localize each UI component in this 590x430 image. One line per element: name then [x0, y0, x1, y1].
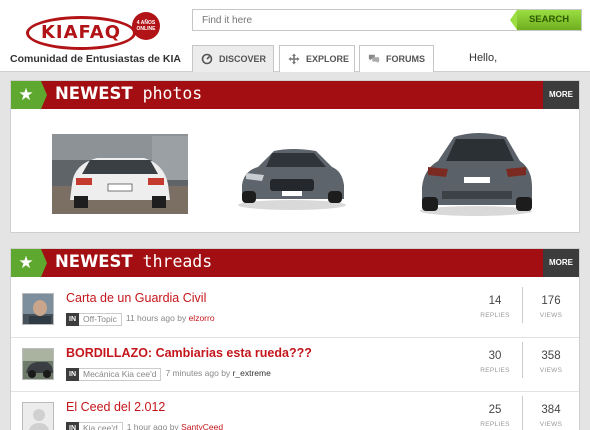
- site-logo[interactable]: KIAFAQ 4 AÑOS ONLINE: [26, 12, 168, 52]
- grey-hatchback-front-photo: [234, 141, 350, 211]
- author-link[interactable]: r_extreme: [233, 368, 271, 378]
- compass-icon: [201, 53, 213, 65]
- section-title: NEWEST threads: [55, 252, 212, 271]
- tab-forums[interactable]: FORUMS: [359, 45, 434, 72]
- search-button[interactable]: SEARCH: [510, 10, 581, 30]
- star-icon: ★: [18, 85, 34, 104]
- views-label: VIEWS: [539, 367, 563, 374]
- thread-row: El Ceed del 2.012 IN Kia cee'd 1 hour ago …: [11, 391, 579, 430]
- in-badge: IN: [66, 422, 79, 430]
- section-title-rest: photos: [132, 84, 203, 103]
- views-label: VIEWS: [539, 312, 563, 319]
- views-stat: 384 VIEWS: [528, 404, 574, 428]
- replies-stat: 14 REPLIES: [472, 295, 518, 319]
- views-stat: 358 VIEWS: [528, 350, 574, 374]
- thread-title-link[interactable]: Carta de un Guardia Civil: [66, 291, 206, 305]
- grey-hatchback-rear-photo: [414, 125, 538, 217]
- thread-meta: IN Mecánica Kia cee'd 7 minutes ago by r_e…: [66, 368, 271, 382]
- replies-count: 25: [488, 404, 502, 416]
- photo-thumbnail[interactable]: [52, 134, 188, 214]
- avatar[interactable]: [22, 348, 54, 380]
- thread-row: BORDILLAZO: Cambiarias esta rueda??? IN M…: [11, 337, 579, 391]
- views-stat: 176 VIEWS: [528, 295, 574, 319]
- logo-text: KIAFAQ: [40, 22, 122, 43]
- user-avatar-image: [23, 349, 53, 379]
- views-count: 384: [541, 404, 561, 416]
- tab-discover[interactable]: DISCOVER: [192, 45, 274, 72]
- replies-count: 30: [488, 350, 502, 362]
- user-avatar-image: [23, 294, 53, 324]
- site-tagline: Comunidad de Entusiastas de KIA: [10, 53, 181, 65]
- photo-thumbnail[interactable]: [414, 125, 538, 217]
- tab-discover-label: DISCOVER: [219, 54, 267, 64]
- section-title-rest: threads: [132, 252, 213, 271]
- default-avatar-icon: [23, 403, 53, 430]
- views-label: VIEWS: [539, 421, 563, 428]
- move-cross-icon: [288, 53, 300, 65]
- section-header: ★ NEWEST photos MORE: [11, 81, 579, 109]
- newest-threads-section: ★ NEWEST threads MORE Carta de un Guardi…: [10, 248, 580, 430]
- more-threads-button[interactable]: MORE: [543, 249, 579, 277]
- thread-meta: IN Off-Topic 11 hours ago by elzorro: [66, 313, 215, 327]
- author-link[interactable]: elzorro: [189, 313, 215, 323]
- search-bar: SEARCH: [192, 9, 582, 31]
- views-count: 176: [541, 295, 561, 307]
- tab-explore[interactable]: EXPLORE: [279, 45, 355, 72]
- white-sedan-photo: [52, 134, 188, 214]
- star-tab-notch: [41, 249, 47, 277]
- thread-row: Carta de un Guardia Civil IN Off-Topic 11 …: [11, 283, 579, 337]
- avatar[interactable]: [22, 293, 54, 325]
- thread-title-link[interactable]: BORDILLAZO: Cambiarias esta rueda???: [66, 346, 312, 360]
- section-title-bold: NEWEST: [55, 252, 133, 271]
- forum-link[interactable]: Off-Topic: [79, 313, 122, 326]
- replies-label: REPLIES: [480, 312, 510, 319]
- replies-stat: 30 REPLIES: [472, 350, 518, 374]
- search-input[interactable]: [193, 10, 513, 30]
- photo-thumbnail[interactable]: [234, 141, 350, 211]
- avatar[interactable]: [22, 402, 54, 430]
- star-tab: ★: [11, 249, 41, 277]
- tab-forums-label: FORUMS: [386, 54, 425, 64]
- tab-explore-label: EXPLORE: [306, 54, 350, 64]
- replies-label: REPLIES: [480, 367, 510, 374]
- newest-photos-section: ★ NEWEST photos MORE: [10, 80, 580, 233]
- views-count: 358: [541, 350, 561, 362]
- author-link[interactable]: SantyCeed: [181, 422, 223, 430]
- section-title: NEWEST photos: [55, 84, 202, 103]
- site-header: KIAFAQ 4 AÑOS ONLINE Comunidad de Entusi…: [0, 0, 590, 72]
- section-header: ★ NEWEST threads MORE: [11, 249, 579, 277]
- star-icon: ★: [18, 253, 34, 272]
- star-tab-notch: [41, 81, 47, 109]
- anniversary-badge: 4 AÑOS ONLINE: [132, 12, 160, 40]
- stat-divider: [522, 396, 523, 430]
- stat-divider: [522, 342, 523, 378]
- chat-bubbles-icon: [368, 54, 380, 64]
- stat-divider: [522, 287, 523, 323]
- user-greeting: Hello,: [469, 52, 498, 64]
- star-tab: ★: [11, 81, 41, 109]
- replies-stat: 25 REPLIES: [472, 404, 518, 428]
- thread-time: 11 hours ago by: [125, 313, 187, 323]
- thread-title-link[interactable]: El Ceed del 2.012: [66, 400, 165, 414]
- in-badge: IN: [66, 313, 79, 326]
- forum-link[interactable]: Mecánica Kia cee'd: [79, 368, 162, 381]
- thread-meta: IN Kia cee'd 1 hour ago by SantyCeed: [66, 422, 223, 430]
- section-title-bold: NEWEST: [55, 84, 133, 103]
- more-photos-button[interactable]: MORE: [543, 81, 579, 109]
- thread-time: 1 hour ago by: [126, 422, 179, 430]
- forum-link[interactable]: Kia cee'd: [79, 422, 123, 430]
- replies-label: REPLIES: [480, 421, 510, 428]
- replies-count: 14: [488, 295, 502, 307]
- thread-time: 7 minutes ago by: [165, 368, 231, 378]
- in-badge: IN: [66, 368, 79, 381]
